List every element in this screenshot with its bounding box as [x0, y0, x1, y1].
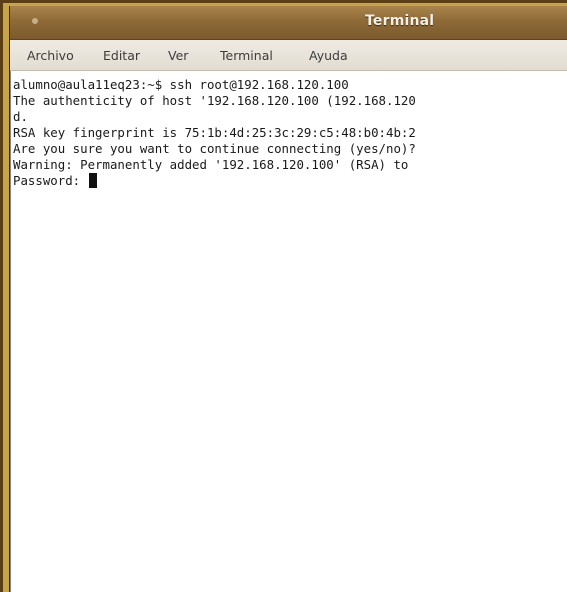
text-cursor: [88, 173, 97, 188]
window-title: Terminal: [365, 13, 435, 29]
terminal-line: The authenticity of host '192.168.120.10…: [13, 93, 416, 108]
titlebar[interactable]: Terminal: [10, 6, 567, 40]
terminal-output[interactable]: alumno@aula11eq23:~$ ssh root@192.168.12…: [10, 71, 567, 592]
menu-bar: Archivo Editar Ver Terminal Ayuda: [10, 40, 567, 71]
terminal-line: d.: [13, 109, 28, 124]
terminal-line: alumno@aula11eq23:~$ ssh root@192.168.12…: [13, 77, 349, 92]
menu-ayuda[interactable]: Ayuda: [309, 48, 348, 63]
window-frame: Terminal Archivo Editar Ver Terminal Ayu…: [0, 0, 567, 592]
menu-terminal[interactable]: Terminal: [220, 48, 273, 63]
terminal-prompt-line[interactable]: Password:: [13, 173, 97, 189]
menu-archivo[interactable]: Archivo: [27, 48, 74, 63]
menu-ver[interactable]: Ver: [168, 48, 188, 63]
terminal-line: RSA key fingerprint is 75:1b:4d:25:3c:29…: [13, 125, 416, 140]
terminal-line: Are you sure you want to continue connec…: [13, 141, 416, 156]
terminal-line: Warning: Permanently added '192.168.120.…: [13, 157, 409, 172]
window-menu-icon[interactable]: [32, 18, 38, 24]
terminal-window: Terminal Archivo Editar Ver Terminal Ayu…: [9, 6, 567, 592]
menu-editar[interactable]: Editar: [103, 48, 140, 63]
password-prompt: Password:: [13, 173, 88, 188]
